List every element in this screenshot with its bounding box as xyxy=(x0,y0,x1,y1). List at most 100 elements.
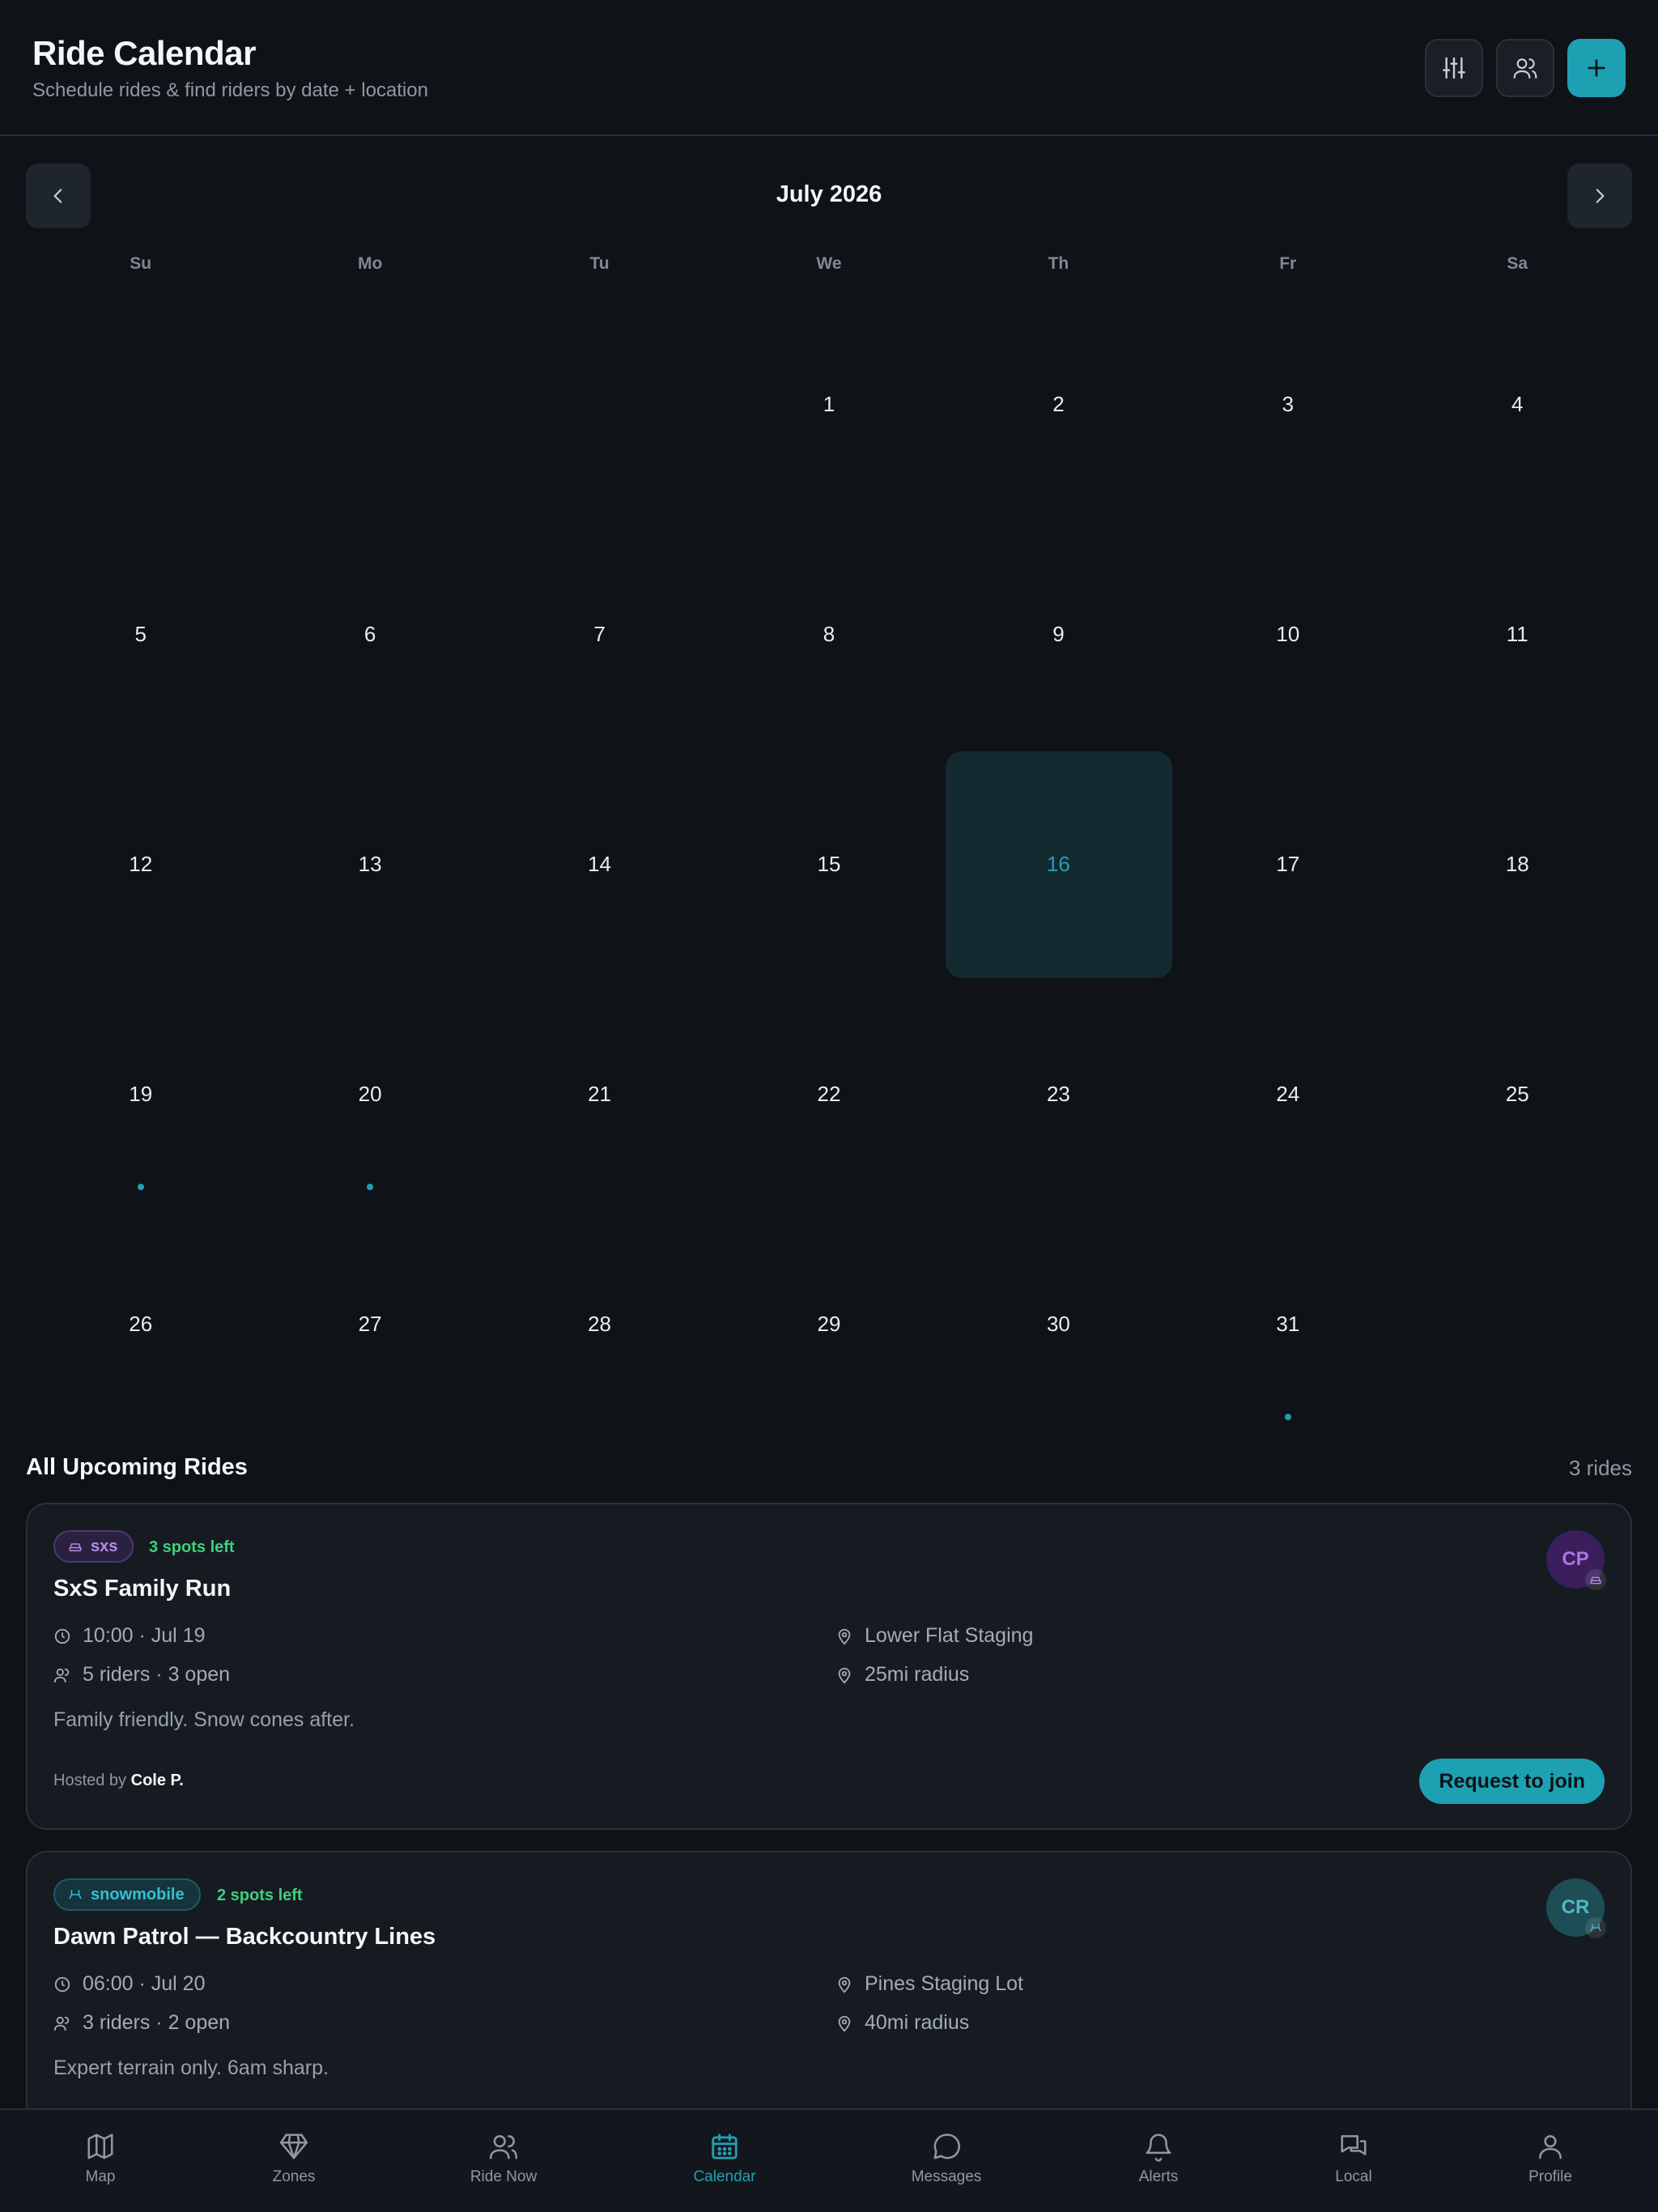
day-cell[interactable]: 11 xyxy=(1403,518,1632,748)
day-cell[interactable]: 7 xyxy=(485,518,714,748)
map-pin-icon xyxy=(838,1628,851,1644)
vehicle-badge xyxy=(1585,1569,1606,1590)
day-cell[interactable]: 24 xyxy=(1173,978,1402,1208)
diamond-icon xyxy=(279,2133,308,2159)
plus-icon xyxy=(1588,59,1605,77)
day-number: 14 xyxy=(588,852,612,876)
tab-label: Local xyxy=(1335,2168,1372,2185)
map-pin-icon xyxy=(838,1667,851,1683)
day-cell[interactable]: 28 xyxy=(485,1208,714,1438)
ride-radius-text: 25mi radius xyxy=(865,1663,970,1686)
day-cell[interactable]: 12 xyxy=(26,748,255,978)
day-cell[interactable]: 3 xyxy=(1173,288,1402,518)
day-cell[interactable]: 13 xyxy=(255,748,484,978)
day-cell[interactable]: 6 xyxy=(255,518,484,748)
tab-profile[interactable]: Profile xyxy=(1486,2131,1615,2186)
weekday-label: Th xyxy=(1048,254,1069,273)
users-icon xyxy=(53,1668,70,1682)
day-cell[interactable]: 31 xyxy=(1173,1208,1402,1438)
avatar[interactable]: CP xyxy=(1546,1530,1606,1590)
day-cell[interactable]: 10 xyxy=(1173,518,1402,748)
day-cell[interactable]: 25 xyxy=(1403,978,1632,1208)
tab-label: Alerts xyxy=(1138,2168,1179,2185)
spots-left: 2 spots left xyxy=(217,1887,303,1904)
vehicle-tag-label: sxs xyxy=(91,1537,118,1555)
day-cell[interactable]: 14 xyxy=(485,748,714,978)
vehicle-tag: snowmobile xyxy=(53,1878,201,1911)
day-cell[interactable]: 8 xyxy=(714,518,943,748)
weekday-header: Su Mo Tu We Th Fr Sa xyxy=(26,254,1632,274)
day-cell[interactable]: 4 xyxy=(1403,288,1632,518)
empty-day-cell xyxy=(485,288,714,518)
car-icon xyxy=(1590,1576,1601,1585)
request-to-join-button[interactable]: Request to join xyxy=(1419,1759,1605,1804)
day-cell[interactable]: 23 xyxy=(944,978,1173,1208)
empty-day-cell xyxy=(255,288,484,518)
bottom-tab-bar: Map Zones Ride Now Calendar Messages Ale… xyxy=(0,2108,1658,2212)
day-number: 17 xyxy=(1276,852,1300,876)
chevron-left-icon xyxy=(53,189,62,203)
day-cell[interactable]: 5 xyxy=(26,518,255,748)
ride-indicator-dot xyxy=(367,1184,374,1190)
add-ride-button[interactable] xyxy=(1567,39,1626,97)
day-cell[interactable]: 29 xyxy=(714,1208,943,1438)
day-number: 31 xyxy=(1276,1312,1300,1336)
host-name: Cole P. xyxy=(130,1772,184,1789)
day-number: 8 xyxy=(823,622,835,646)
previous-month-button[interactable] xyxy=(26,164,91,228)
tab-alerts[interactable]: Alerts xyxy=(1094,2131,1223,2186)
next-month-button[interactable] xyxy=(1567,164,1632,228)
day-cell-today[interactable]: 16 xyxy=(944,748,1173,978)
day-cell[interactable]: 20 xyxy=(255,978,484,1208)
users-icon xyxy=(53,2016,70,2031)
avatar[interactable]: CR xyxy=(1546,1878,1606,1938)
day-cell[interactable]: 1 xyxy=(714,288,943,518)
tab-local[interactable]: Local xyxy=(1289,2131,1418,2186)
day-cell[interactable]: 15 xyxy=(714,748,943,978)
users-icon xyxy=(489,2135,518,2159)
calendar-grid: 1 2 3 4 5 6 7 8 9 10 11 12 13 14 15 16 17 18 19 20 21 22 23 24 2… xyxy=(26,288,1632,1438)
ride-indicator-dot xyxy=(137,1184,144,1190)
tab-label: Ride Now xyxy=(470,2168,538,2185)
ride-host: Hosted by Cole P. xyxy=(53,1772,184,1790)
map-icon xyxy=(87,2133,113,2159)
day-number: 3 xyxy=(1282,392,1295,416)
weekday-label: Fr xyxy=(1279,254,1297,273)
day-number: 27 xyxy=(358,1312,382,1336)
tab-zones[interactable]: Zones xyxy=(229,2131,359,2186)
day-number: 26 xyxy=(129,1312,153,1336)
day-cell[interactable]: 18 xyxy=(1403,748,1632,978)
day-number: 23 xyxy=(1046,1082,1070,1106)
ride-time-text: 06:00 · Jul 20 xyxy=(83,1972,206,1995)
day-cell[interactable]: 27 xyxy=(255,1208,484,1438)
ride-radius-text: 40mi radius xyxy=(865,2011,970,2034)
day-number: 25 xyxy=(1505,1082,1529,1106)
day-number: 16 xyxy=(1046,852,1070,876)
tab-ride-now[interactable]: Ride Now xyxy=(439,2131,568,2186)
tab-label: Messages xyxy=(911,2168,982,2185)
riders-button[interactable] xyxy=(1496,39,1554,97)
day-number: 30 xyxy=(1046,1312,1070,1336)
bell-icon xyxy=(1146,2133,1171,2162)
tab-messages[interactable]: Messages xyxy=(882,2131,1011,2186)
ride-title: Dawn Patrol — Backcountry Lines xyxy=(53,1924,436,1950)
day-cell[interactable]: 26 xyxy=(26,1208,255,1438)
day-cell[interactable]: 22 xyxy=(714,978,943,1208)
tab-calendar[interactable]: Calendar xyxy=(660,2131,789,2186)
day-number: 6 xyxy=(363,622,376,646)
day-cell[interactable]: 17 xyxy=(1173,748,1402,978)
ride-riders-text: 5 riders · 3 open xyxy=(83,1663,231,1686)
ride-card[interactable]: sxs 3 spots left SxS Family Run 10:00 · … xyxy=(26,1503,1632,1830)
day-cell[interactable]: 9 xyxy=(944,518,1173,748)
snowmobile-icon xyxy=(69,1890,82,1899)
sliders-icon xyxy=(1443,57,1465,79)
filter-button[interactable] xyxy=(1425,39,1483,97)
ride-location-text: Lower Flat Staging xyxy=(865,1624,1034,1647)
day-cell[interactable]: 19 xyxy=(26,978,255,1208)
tab-map[interactable]: Map xyxy=(36,2131,165,2186)
ride-radius: 40mi radius xyxy=(835,2011,969,2035)
day-cell[interactable]: 2 xyxy=(944,288,1173,518)
day-cell[interactable]: 30 xyxy=(944,1208,1173,1438)
day-cell[interactable]: 21 xyxy=(485,978,714,1208)
ride-time-text: 10:00 · Jul 19 xyxy=(83,1624,206,1647)
